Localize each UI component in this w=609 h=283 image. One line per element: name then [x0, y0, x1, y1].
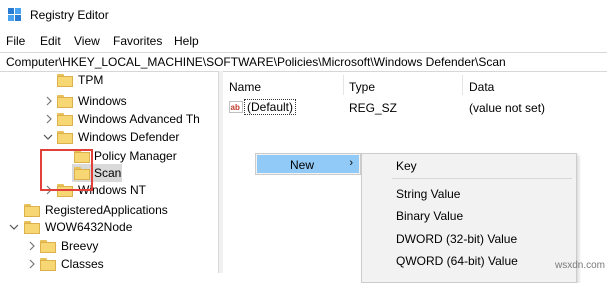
new-submenu: Key String Value Binary Value DWORD (32-… [361, 153, 577, 283]
tree-item-scan[interactable]: Scan [0, 164, 218, 182]
window-title: Registry Editor [30, 8, 109, 22]
tree-item-registered-applications[interactable]: RegisteredApplications [0, 201, 218, 219]
submenu-string-value[interactable]: String Value [396, 187, 460, 201]
column-header-type[interactable]: Type [349, 80, 375, 94]
chevron-down-icon[interactable] [43, 131, 53, 143]
column-separator[interactable] [343, 75, 344, 95]
tree-item-label: RegisteredApplications [45, 203, 168, 217]
tree-item-windows-nt[interactable]: Windows NT [0, 181, 218, 199]
context-menu-new[interactable]: New › [257, 155, 359, 173]
folder-icon [40, 258, 56, 271]
tree-item-windows-advanced-threat[interactable]: Windows Advanced Th [0, 110, 218, 128]
chevron-right-icon[interactable] [44, 95, 54, 107]
submenu-binary-value[interactable]: Binary Value [396, 209, 463, 223]
chevron-right-icon[interactable] [27, 240, 37, 252]
value-type: REG_SZ [349, 101, 398, 115]
watermark: wsxdn.com [554, 260, 605, 271]
submenu-qword-value[interactable]: QWORD (64-bit) Value [396, 254, 518, 268]
context-menu: New › [255, 153, 361, 175]
value-name[interactable]: (Default) [244, 99, 297, 115]
folder-icon [57, 95, 73, 108]
menu-view[interactable]: View [74, 34, 100, 48]
tree-item-windows-defender[interactable]: Windows Defender [0, 128, 218, 146]
svg-text:ab: ab [231, 103, 240, 112]
folder-icon [24, 221, 40, 234]
menu-file[interactable]: File [6, 34, 25, 48]
tree-item-label: Policy Manager [94, 149, 177, 163]
tree-item-label: Windows [78, 94, 127, 108]
submenu-dword-value[interactable]: DWORD (32-bit) Value [396, 232, 517, 246]
menu-favorites[interactable]: Favorites [113, 34, 162, 48]
menu-help[interactable]: Help [174, 34, 199, 48]
column-header-name[interactable]: Name [229, 80, 261, 94]
title-bar: Registry Editor [0, 0, 609, 30]
menu-separator [392, 178, 572, 179]
tree-item-label: Classes [61, 257, 104, 271]
tree-item-label: Scan [94, 166, 122, 180]
tree-item-label: TPM [78, 73, 104, 87]
address-bar[interactable]: Computer\HKEY_LOCAL_MACHINE\SOFTWARE\Pol… [0, 52, 607, 72]
chevron-right-icon[interactable] [27, 258, 37, 270]
annotation-highlight-box [40, 149, 93, 191]
tree-item-tpm[interactable]: TPM [0, 71, 218, 89]
column-header-data[interactable]: Data [469, 80, 494, 94]
tree-item-label: Windows Defender [78, 130, 180, 144]
chevron-down-icon[interactable] [9, 221, 19, 233]
table-row[interactable]: ab (Default) REG_SZ (value not set) [223, 99, 609, 117]
tree-item-breevy[interactable]: Breevy [0, 237, 218, 255]
tree-item-classes[interactable]: Classes [0, 255, 218, 273]
tree-item-windows[interactable]: Windows [0, 92, 218, 110]
menu-bar: File Edit View Favorites Help [0, 31, 609, 51]
tree-item-wow6432node[interactable]: WOW6432Node [0, 218, 218, 236]
folder-icon [57, 74, 73, 87]
folder-icon [24, 204, 40, 217]
string-value-icon: ab [229, 101, 243, 113]
folder-icon [57, 131, 73, 144]
menu-edit[interactable]: Edit [40, 34, 61, 48]
tree-item-policy-manager[interactable]: Policy Manager [0, 147, 218, 165]
column-separator[interactable] [462, 75, 463, 95]
registry-editor-app-icon [8, 8, 21, 21]
folder-icon [40, 240, 56, 253]
submenu-arrow-icon: › [349, 157, 353, 169]
submenu-key[interactable]: Key [396, 159, 417, 173]
tree-item-label: Breevy [61, 239, 99, 253]
chevron-right-icon[interactable] [44, 113, 54, 125]
folder-icon [57, 113, 73, 126]
context-menu-new-label: New [290, 158, 315, 172]
value-data: (value not set) [469, 101, 546, 115]
registry-tree[interactable]: TPM Windows Windows Advanced Th Windows … [0, 71, 218, 273]
address-path[interactable]: Computer\HKEY_LOCAL_MACHINE\SOFTWARE\Pol… [6, 55, 506, 69]
tree-item-label: WOW6432Node [45, 220, 133, 234]
tree-item-label: Windows Advanced Th [78, 112, 200, 126]
